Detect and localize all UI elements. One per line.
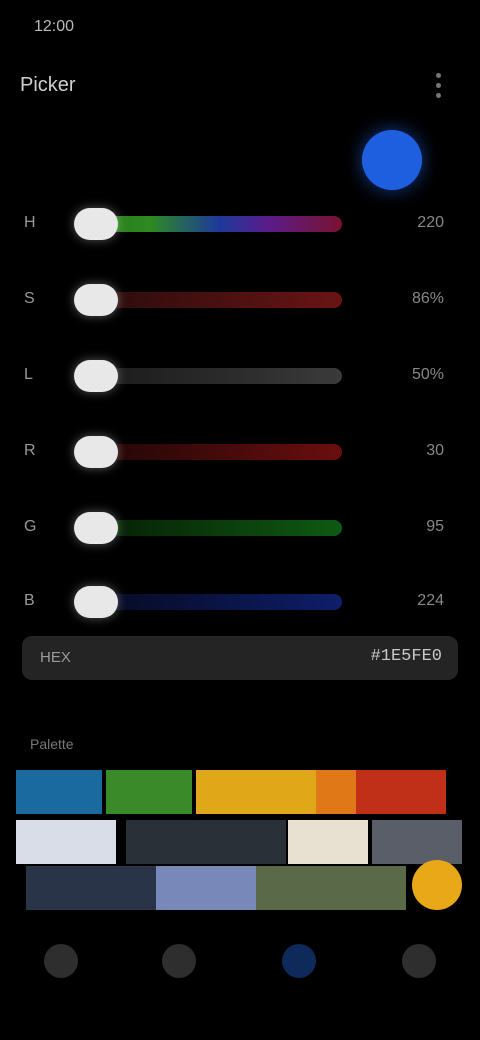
palette-title: Palette	[30, 736, 74, 752]
slider-row-sat: S 86%	[0, 270, 480, 330]
palette-swatch-white[interactable]	[16, 820, 116, 864]
nav-palette-icon[interactable]	[282, 944, 316, 978]
palette-swatch-cream[interactable]	[288, 820, 368, 864]
slider-track-green[interactable]	[96, 520, 342, 536]
palette-swatch-slate[interactable]	[26, 866, 156, 910]
hex-label: HEX	[40, 649, 71, 666]
palette-swatch-gold[interactable]	[412, 860, 462, 910]
app-header: Picker	[0, 60, 480, 110]
slider-value-sat: 86%	[411, 290, 444, 307]
bottom-nav	[0, 926, 480, 996]
slider-row-green: G 95	[0, 498, 480, 558]
slider-row-blue: B 224	[0, 572, 480, 632]
nav-settings-icon[interactable]	[402, 944, 436, 978]
more-options-icon[interactable]	[426, 70, 450, 100]
nav-home-icon[interactable]	[44, 944, 78, 978]
palette-swatch-olive[interactable]	[256, 866, 406, 910]
slider-track-hue[interactable]	[96, 216, 342, 232]
status-bar: 12:00	[0, 0, 480, 56]
slider-label-blue: B	[24, 592, 35, 609]
hex-value[interactable]: #1E5FE0	[371, 647, 442, 666]
palette-swatch-dark[interactable]	[126, 820, 286, 864]
page-title: Picker	[20, 74, 76, 96]
hex-field[interactable]: HEX #1E5FE0	[22, 636, 458, 680]
slider-track-red[interactable]	[96, 444, 342, 460]
slider-row-light: L 50%	[0, 346, 480, 406]
slider-thumb-green[interactable]	[74, 512, 118, 544]
slider-label-hue: H	[24, 214, 36, 231]
slider-value-red: 30	[426, 442, 444, 459]
color-preview-swatch[interactable]	[362, 130, 422, 190]
slider-label-red: R	[24, 442, 36, 459]
palette-swatch-gray[interactable]	[372, 820, 462, 864]
slider-value-blue: 224	[417, 592, 444, 609]
slider-thumb-sat[interactable]	[74, 284, 118, 316]
palette-swatch-yellow[interactable]	[196, 770, 316, 814]
slider-track-blue[interactable]	[96, 594, 342, 610]
palette-swatch-green[interactable]	[106, 770, 192, 814]
slider-row-red: R 30	[0, 422, 480, 482]
slider-thumb-hue[interactable]	[74, 208, 118, 240]
nav-sliders-icon[interactable]	[162, 944, 196, 978]
slider-value-hue: 220	[417, 214, 444, 231]
slider-value-green: 95	[426, 518, 444, 535]
slider-value-light: 50%	[411, 366, 444, 383]
palette-swatch-blue[interactable]	[16, 770, 102, 814]
slider-label-light: L	[24, 366, 33, 383]
palette-swatch-periwinkle[interactable]	[156, 866, 256, 910]
slider-track-sat[interactable]	[96, 292, 342, 308]
palette-swatch-orange[interactable]	[316, 770, 356, 814]
status-time: 12:00	[34, 18, 75, 35]
slider-row-hue: H 220	[0, 194, 480, 254]
slider-thumb-blue[interactable]	[74, 586, 118, 618]
slider-label-sat: S	[24, 290, 35, 307]
slider-thumb-light[interactable]	[74, 360, 118, 392]
slider-track-light[interactable]	[96, 368, 342, 384]
slider-label-green: G	[24, 518, 37, 535]
palette-grid	[16, 770, 466, 912]
slider-thumb-red[interactable]	[74, 436, 118, 468]
palette-swatch-red[interactable]	[356, 770, 446, 814]
